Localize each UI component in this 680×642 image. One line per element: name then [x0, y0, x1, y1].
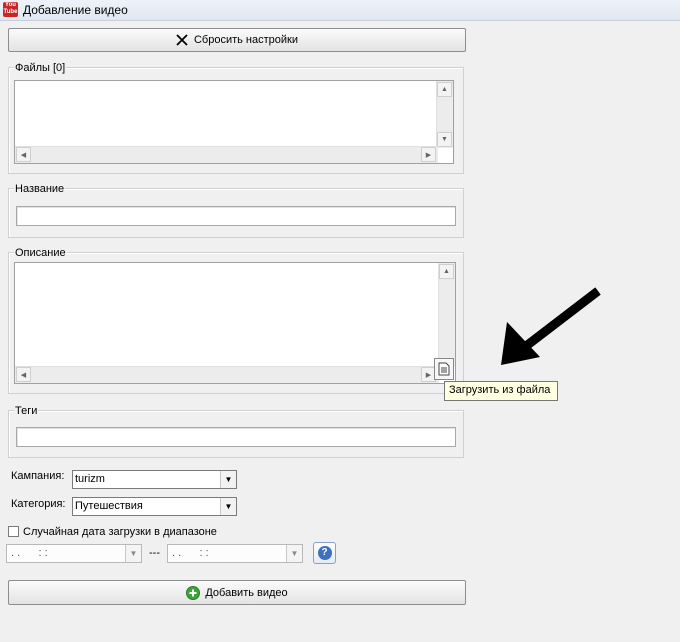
category-select[interactable]: Путешествия ▼ — [72, 497, 237, 516]
files-vertical-scrollbar[interactable]: ▲ ▼ — [436, 81, 453, 148]
tags-input[interactable] — [16, 427, 456, 447]
youtube-app-icon: You Tube — [3, 2, 18, 17]
title-bar: You Tube Добавление видео — [0, 0, 680, 21]
description-textarea[interactable]: ▲ ◀ ▶ — [14, 262, 456, 384]
add-video-button[interactable]: Добавить видео — [8, 580, 466, 605]
scroll-down-icon[interactable]: ▼ — [437, 132, 452, 147]
category-selected-value: Путешествия — [75, 500, 143, 512]
date-range-separator: --- — [149, 547, 160, 559]
scroll-right-icon[interactable]: ▶ — [421, 147, 436, 162]
reset-settings-button[interactable]: Сбросить настройки — [8, 28, 466, 52]
description-vertical-scrollbar[interactable]: ▲ — [438, 263, 455, 367]
chevron-down-icon[interactable]: ▼ — [125, 545, 141, 562]
load-from-file-tooltip: Загрузить из файла — [444, 381, 558, 401]
files-horizontal-scrollbar[interactable]: ◀ ▶ — [15, 146, 438, 163]
description-horizontal-scrollbar[interactable]: ◀ ▶ — [15, 366, 439, 383]
campaign-select[interactable]: turizm ▼ — [72, 470, 237, 489]
window-title: Добавление видео — [23, 3, 128, 17]
plus-circle-icon — [186, 585, 201, 600]
load-from-file-button[interactable] — [434, 358, 454, 380]
name-legend: Название — [14, 183, 66, 195]
scroll-left-icon[interactable]: ◀ — [16, 147, 31, 162]
add-video-label: Добавить видео — [205, 586, 288, 599]
scroll-up-icon[interactable]: ▲ — [439, 264, 454, 279]
chevron-down-icon[interactable]: ▼ — [286, 545, 302, 562]
campaign-selected-value: turizm — [75, 473, 105, 485]
date-from-select[interactable]: . . : : ▼ — [6, 544, 142, 563]
scroll-up-icon[interactable]: ▲ — [437, 82, 452, 97]
chevron-down-icon[interactable]: ▼ — [220, 498, 236, 515]
scroll-left-icon[interactable]: ◀ — [16, 367, 31, 382]
files-list[interactable]: ▲ ▼ ◀ ▶ — [14, 80, 454, 164]
tags-legend: Теги — [14, 405, 39, 417]
help-button[interactable]: ? — [313, 542, 336, 564]
close-icon — [176, 34, 188, 46]
question-icon: ? — [317, 546, 332, 560]
date-to-select[interactable]: . . : : ▼ — [167, 544, 303, 563]
document-icon — [438, 362, 450, 376]
description-legend: Описание — [14, 247, 67, 259]
reset-settings-label: Сбросить настройки — [193, 34, 299, 46]
random-date-label: Случайная дата загрузки в диапазоне — [23, 526, 217, 538]
campaign-label: Кампания: — [11, 470, 65, 482]
files-legend: Файлы [0] — [14, 62, 67, 74]
category-label: Категория: — [11, 498, 66, 510]
chevron-down-icon[interactable]: ▼ — [220, 471, 236, 488]
name-input[interactable] — [16, 206, 456, 226]
date-to-value: . . : : — [172, 547, 209, 559]
annotation-arrow-icon — [501, 287, 601, 365]
random-date-checkbox[interactable] — [8, 526, 19, 537]
date-from-value: . . : : — [11, 547, 48, 559]
